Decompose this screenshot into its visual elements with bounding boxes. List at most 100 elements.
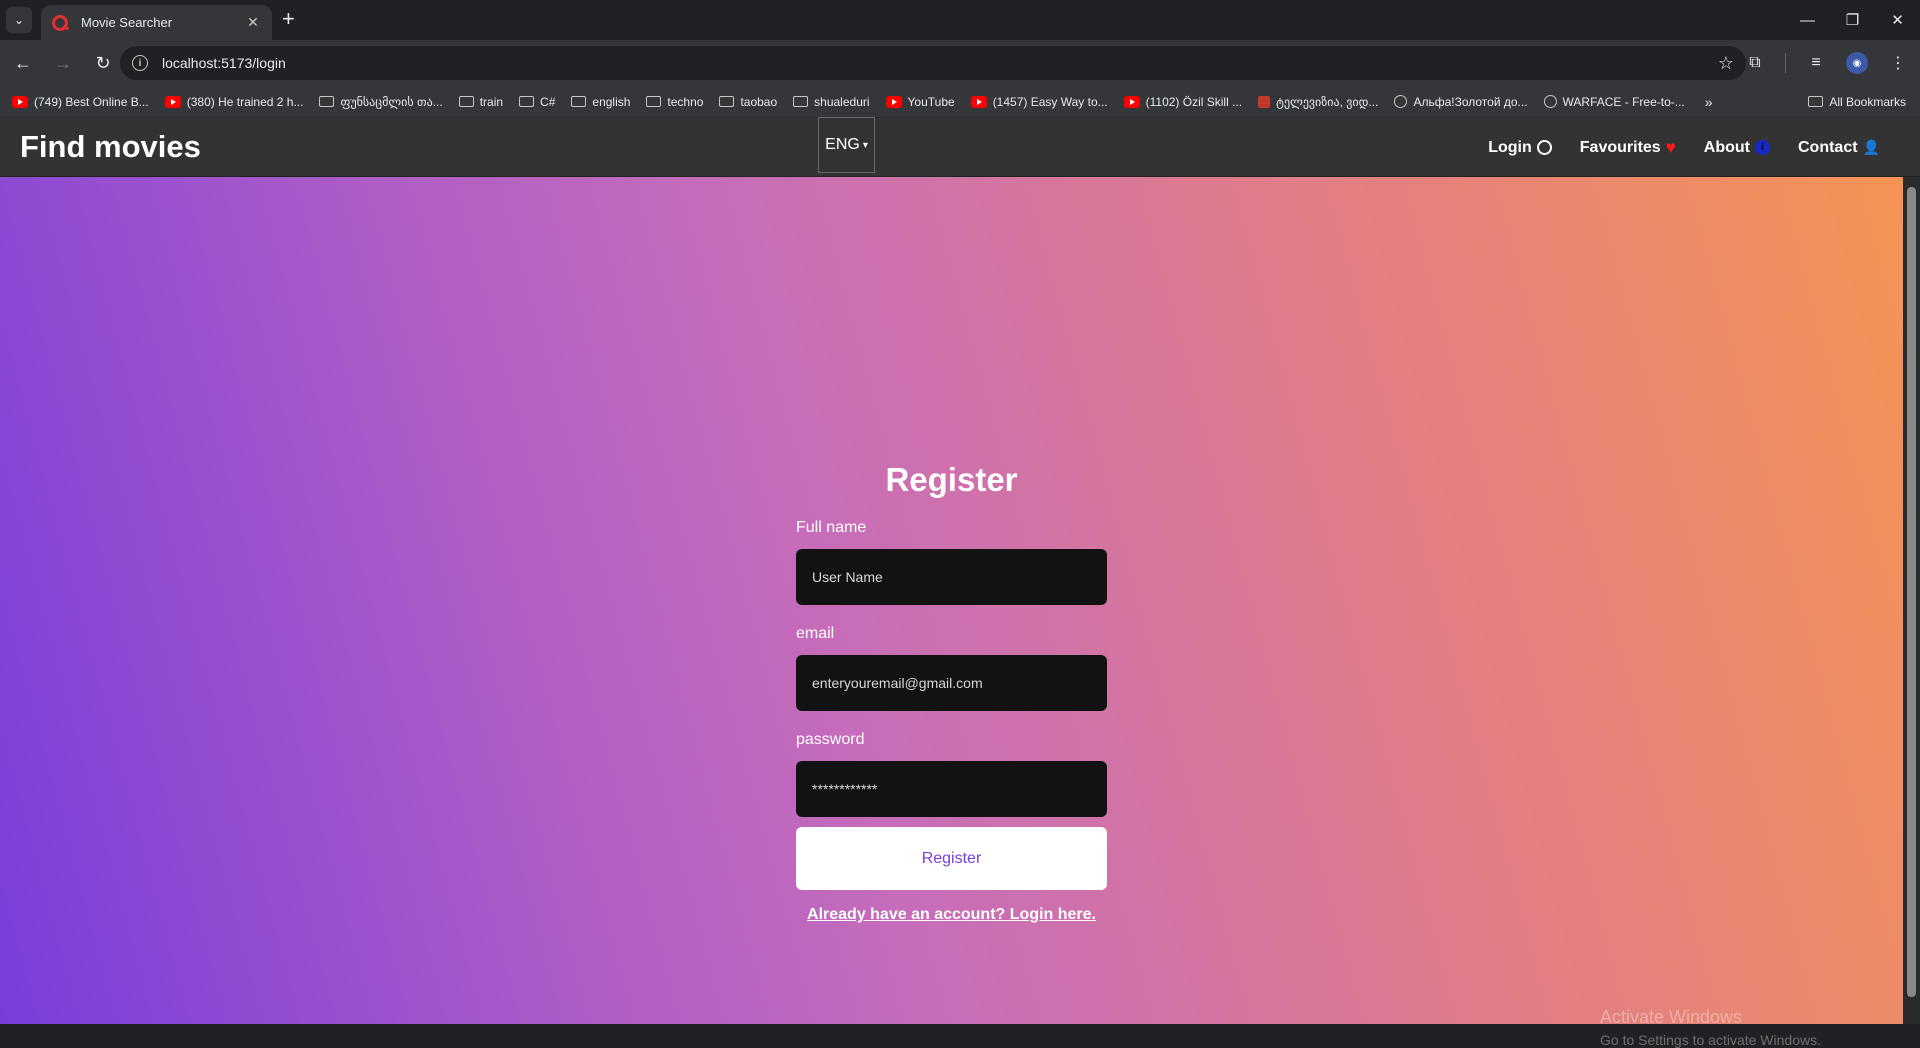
extensions-icon[interactable]: ⧉ <box>1743 46 1767 80</box>
toolbar-actions: ⧉ ≡ ◉ ⋮ <box>1743 46 1910 80</box>
nav-favourites[interactable]: Favourites ♥ <box>1580 138 1676 158</box>
email-label: email <box>796 625 835 642</box>
all-bookmarks-button[interactable]: All Bookmarks <box>1808 95 1906 109</box>
close-tab-icon[interactable]: ✕ <box>244 14 262 31</box>
bookmark-label: C# <box>540 94 556 109</box>
bookmark-label: shualeduri <box>814 94 870 109</box>
close-window-button[interactable]: ✕ <box>1875 0 1920 40</box>
bookmark-item[interactable]: (380) He trained 2 h... <box>164 95 303 109</box>
nav-login[interactable]: Login <box>1488 139 1552 157</box>
language-value: ENG <box>825 136 860 153</box>
forward-button[interactable]: → <box>46 46 80 80</box>
vertical-scrollbar[interactable] <box>1903 177 1920 1024</box>
bookmark-item[interactable]: Альфа!Золотой до... <box>1394 94 1528 109</box>
bookmark-folder[interactable]: ფუნსაცმლის თა... <box>319 94 443 109</box>
form-title: Register <box>885 461 1018 498</box>
bookmark-label: english <box>592 94 631 109</box>
bookmark-folder[interactable]: taobao <box>719 95 777 109</box>
folder-icon <box>458 96 474 107</box>
password-input[interactable]: ************ <box>796 761 1107 817</box>
youtube-icon <box>1123 95 1140 108</box>
tab-search-button[interactable]: ⌄ <box>6 7 32 33</box>
site-navbar: Find movies ENG ▾ Login Favourites ♥ Abo… <box>0 117 1920 177</box>
bookmark-label: ფუნსაცმლის თა... <box>340 94 443 109</box>
bookmark-folder[interactable]: techno <box>646 95 703 109</box>
fullname-label: Full name <box>796 519 867 536</box>
youtube-icon <box>12 95 28 108</box>
youtube-icon <box>970 95 987 108</box>
language-select[interactable]: ENG ▾ <box>818 117 875 173</box>
new-tab-button[interactable]: + <box>282 8 295 30</box>
bookmark-folder[interactable]: train <box>458 94 504 109</box>
globe-icon <box>1394 95 1408 108</box>
email-input[interactable]: enteryouremail@gmail.com <box>796 655 1107 711</box>
toolbar-divider <box>1785 53 1786 73</box>
bookmark-item[interactable]: (749) Best Online B... <box>12 95 149 109</box>
tab-strip: ⌄ Movie Searcher ✕ + — ❐ ✕ <box>0 0 1920 40</box>
all-bookmarks-label: All Bookmarks <box>1829 94 1906 109</box>
nav-about-label: About <box>1703 138 1750 156</box>
minimize-button[interactable]: — <box>1785 0 1830 40</box>
windows-activation-watermark: Activate Windows Go to Settings to activ… <box>1600 1007 1821 1048</box>
nav-about[interactable]: About i <box>1704 139 1770 157</box>
bookmark-folder[interactable]: english <box>571 95 630 109</box>
active-tab[interactable]: Movie Searcher ✕ <box>41 5 272 40</box>
nav-login-label: Login <box>1488 138 1532 156</box>
bookmark-label: Альфа!Золотой до... <box>1413 94 1528 109</box>
folder-icon <box>571 96 587 107</box>
brand-logo[interactable]: Find movies <box>20 129 201 165</box>
site-info-icon[interactable]: i <box>132 55 148 71</box>
user-circle-icon <box>1536 140 1552 155</box>
bookmark-item[interactable]: (1457) Easy Way to... <box>970 94 1108 109</box>
bookmark-item[interactable]: (1102) Özil Skill ... <box>1123 94 1243 109</box>
address-bar[interactable]: i localhost:5173/login ☆ <box>120 46 1746 80</box>
folder-icon <box>646 96 662 107</box>
folder-icon <box>319 96 335 107</box>
nav-favourites-label: Favourites <box>1579 138 1661 156</box>
media-controls-icon[interactable]: ≡ <box>1804 46 1828 80</box>
magnifier-favicon-icon <box>51 14 69 32</box>
folder-icon <box>719 96 735 107</box>
login-link[interactable]: Already have an account? Login here. <box>796 906 1107 924</box>
profile-avatar[interactable]: ◉ <box>1846 52 1868 74</box>
bookmark-item[interactable]: YouTube <box>885 95 955 109</box>
bookmark-label: train <box>479 94 504 109</box>
bookmark-label: (1457) Easy Way to... <box>992 94 1108 109</box>
heart-icon: ♥ <box>1665 137 1676 157</box>
bookmark-label: WARFACE - Free-to-... <box>1562 94 1685 109</box>
restore-button[interactable]: ❐ <box>1830 0 1875 40</box>
gradient-background: Register Full name User Name email enter… <box>0 177 1903 1048</box>
menu-kebab-icon[interactable]: ⋮ <box>1886 46 1910 80</box>
scrollbar-thumb[interactable] <box>1907 187 1916 997</box>
red-site-icon <box>1258 95 1271 108</box>
folder-icon <box>1808 96 1824 107</box>
nav-links: Login Favourites ♥ About i Contact 👤 <box>1488 118 1880 177</box>
bookmark-label: (749) Best Online B... <box>34 94 149 109</box>
bookmark-label: ტელევიზია, ვიდ... <box>1276 94 1379 109</box>
window-controls: — ❐ ✕ <box>1785 0 1920 40</box>
bookmark-item[interactable]: WARFACE - Free-to-... <box>1543 94 1685 109</box>
folder-icon <box>519 96 535 107</box>
nav-contact[interactable]: Contact 👤 <box>1798 139 1880 157</box>
bookmark-label: (1102) Özil Skill ... <box>1145 94 1243 109</box>
globe-icon <box>1543 95 1557 108</box>
bookmark-item[interactable]: ტელევიზია, ვიდ... <box>1258 95 1378 109</box>
fullname-input[interactable]: User Name <box>796 549 1107 605</box>
reload-button[interactable]: ↻ <box>86 46 120 80</box>
back-button[interactable]: ← <box>6 46 40 80</box>
more-bookmarks-chevron-icon[interactable]: » <box>1705 94 1713 110</box>
nav-contact-label: Contact <box>1798 138 1858 156</box>
tab-title: Movie Searcher <box>81 15 173 30</box>
register-button[interactable]: Register <box>796 827 1107 890</box>
watermark-title: Activate Windows <box>1600 1007 1743 1027</box>
folder-icon <box>793 96 809 107</box>
bookmark-label: taobao <box>740 94 778 109</box>
bookmarks-bar: (749) Best Online B... (380) He trained … <box>0 86 1920 118</box>
youtube-icon <box>885 95 902 108</box>
bookmark-folder[interactable]: C# <box>519 95 555 109</box>
bookmark-star-icon[interactable]: ☆ <box>1718 53 1734 74</box>
watermark-subtitle: Go to Settings to activate Windows. <box>1600 1032 1821 1048</box>
url-text[interactable]: localhost:5173/login <box>162 55 1718 71</box>
bookmark-folder[interactable]: shualeduri <box>793 94 870 109</box>
info-icon: i <box>1755 140 1770 155</box>
